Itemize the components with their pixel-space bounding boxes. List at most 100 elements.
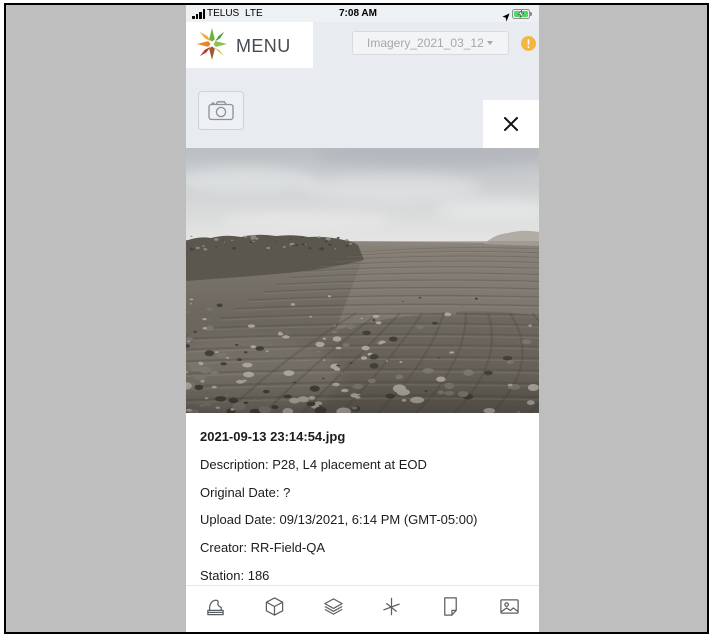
dirt-clod <box>379 340 386 344</box>
detail-label: Upload Date: <box>200 512 276 528</box>
dirt-clod <box>266 246 271 250</box>
dirt-clod <box>360 356 368 360</box>
dirt-clod <box>308 247 312 250</box>
dirt-clod <box>360 317 364 320</box>
dirt-clod <box>315 350 320 353</box>
dirt-clod <box>283 316 285 318</box>
detail-row-upload-date: Upload Date: 09/13/2021, 6:14 PM (GMT-05… <box>200 512 539 540</box>
detail-row-description: Description: P28, L4 placement at EOD <box>200 457 539 485</box>
photo-image <box>186 148 539 413</box>
dirt-clod <box>202 318 207 321</box>
dirt-clod <box>209 312 211 314</box>
dirt-clod <box>193 330 197 333</box>
dirt-clod <box>275 241 278 243</box>
signal-bar <box>202 9 205 19</box>
detail-label: Station: <box>200 567 245 583</box>
carrier-label: TELUS <box>207 8 240 19</box>
dirt-clod <box>189 362 200 368</box>
dirt-clod <box>190 235 193 237</box>
dirt-clod <box>236 358 243 361</box>
dirt-clod <box>289 238 292 240</box>
compass-star-logo <box>196 27 228 61</box>
dirt-clod <box>250 345 257 349</box>
alert-icon[interactable] <box>521 36 536 51</box>
dirt-clod <box>336 237 340 239</box>
dirt-clod <box>422 368 434 374</box>
dirt-clod <box>242 362 253 368</box>
camera-button[interactable] <box>198 91 244 130</box>
layers-icon <box>323 596 344 622</box>
cross-section-icon <box>381 596 402 622</box>
dirt-clod <box>204 350 215 357</box>
dirt-clod <box>418 297 422 299</box>
dirt-clod <box>416 325 424 329</box>
cube-icon <box>264 596 285 622</box>
photo-bottom-shade <box>186 373 539 413</box>
dirt-clod <box>335 346 342 350</box>
dirt-clod <box>230 239 234 241</box>
dirt-clod <box>474 297 478 300</box>
dirt-clod <box>344 239 349 242</box>
tool-3d-view[interactable] <box>245 586 304 632</box>
dirt-clod <box>375 321 382 325</box>
imagery-select[interactable]: Imagery_2021_03_12 <box>352 31 509 55</box>
dirt-clod <box>247 324 256 328</box>
dirt-clod <box>189 303 193 305</box>
menu-label: MENU <box>236 36 291 56</box>
dirt-clod <box>225 309 228 312</box>
dirt-clod <box>431 321 438 325</box>
tool-imagery[interactable] <box>480 586 539 632</box>
battery-nub <box>530 12 532 16</box>
dirt-clod <box>388 336 398 342</box>
tool-cross-section[interactable] <box>362 586 421 632</box>
dirt-clod <box>317 236 321 239</box>
dirt-clod <box>216 352 227 358</box>
dirt-clod <box>319 247 325 251</box>
tool-layers[interactable] <box>304 586 363 632</box>
dirt-clod <box>301 243 305 246</box>
dirt-clod <box>449 351 455 354</box>
dirt-clod <box>336 364 341 367</box>
dirt-clod <box>362 330 371 336</box>
clock: 7:08 AM <box>339 8 377 19</box>
dirt-clod <box>322 337 326 340</box>
tool-documents[interactable] <box>421 586 480 632</box>
dirt-clod <box>333 324 336 326</box>
imagery-select-value: Imagery_2021_03_12 <box>367 36 484 50</box>
phone-screen: TELUS LTE 7:08 AM MENU Imagery_2021_03_1… <box>186 5 539 632</box>
dirt-clod <box>301 236 304 238</box>
dirt-clod <box>278 332 284 336</box>
close-button[interactable] <box>483 100 539 148</box>
signal-icon <box>192 9 206 19</box>
signal-bar <box>199 11 202 19</box>
dirt-clod <box>199 366 211 374</box>
dirt-clod <box>294 243 299 247</box>
dirt-clod <box>506 360 514 364</box>
dirt-clod <box>282 335 290 339</box>
dirt-clod <box>327 295 332 298</box>
dirt-clod <box>502 356 513 361</box>
menu-button[interactable]: MENU <box>186 22 313 68</box>
detail-value: 09/13/2021, 6:14 PM (GMT-05:00) <box>279 512 478 528</box>
document-icon <box>440 596 461 622</box>
dirt-clod <box>226 357 230 359</box>
photo-viewer[interactable] <box>186 148 539 413</box>
dirt-clod <box>195 246 200 250</box>
dirt-clod <box>234 344 239 346</box>
dirt-clod <box>437 357 440 359</box>
dirt-clod <box>450 311 457 315</box>
dirt-clod <box>369 363 379 369</box>
dirt-clod <box>215 246 218 248</box>
dirt-clod <box>232 247 237 250</box>
tool-terrain[interactable] <box>186 586 245 632</box>
dirt-clod <box>202 245 205 247</box>
dirt-clod <box>402 300 404 302</box>
dirt-clod <box>459 304 464 308</box>
dirt-clod <box>250 234 257 239</box>
detail-label: Description: <box>200 456 269 472</box>
dirt-clod <box>346 324 355 330</box>
dirt-clod <box>214 238 219 241</box>
dirt-clod <box>429 305 432 307</box>
dirt-clod <box>322 359 326 361</box>
dirt-clod <box>290 303 296 306</box>
